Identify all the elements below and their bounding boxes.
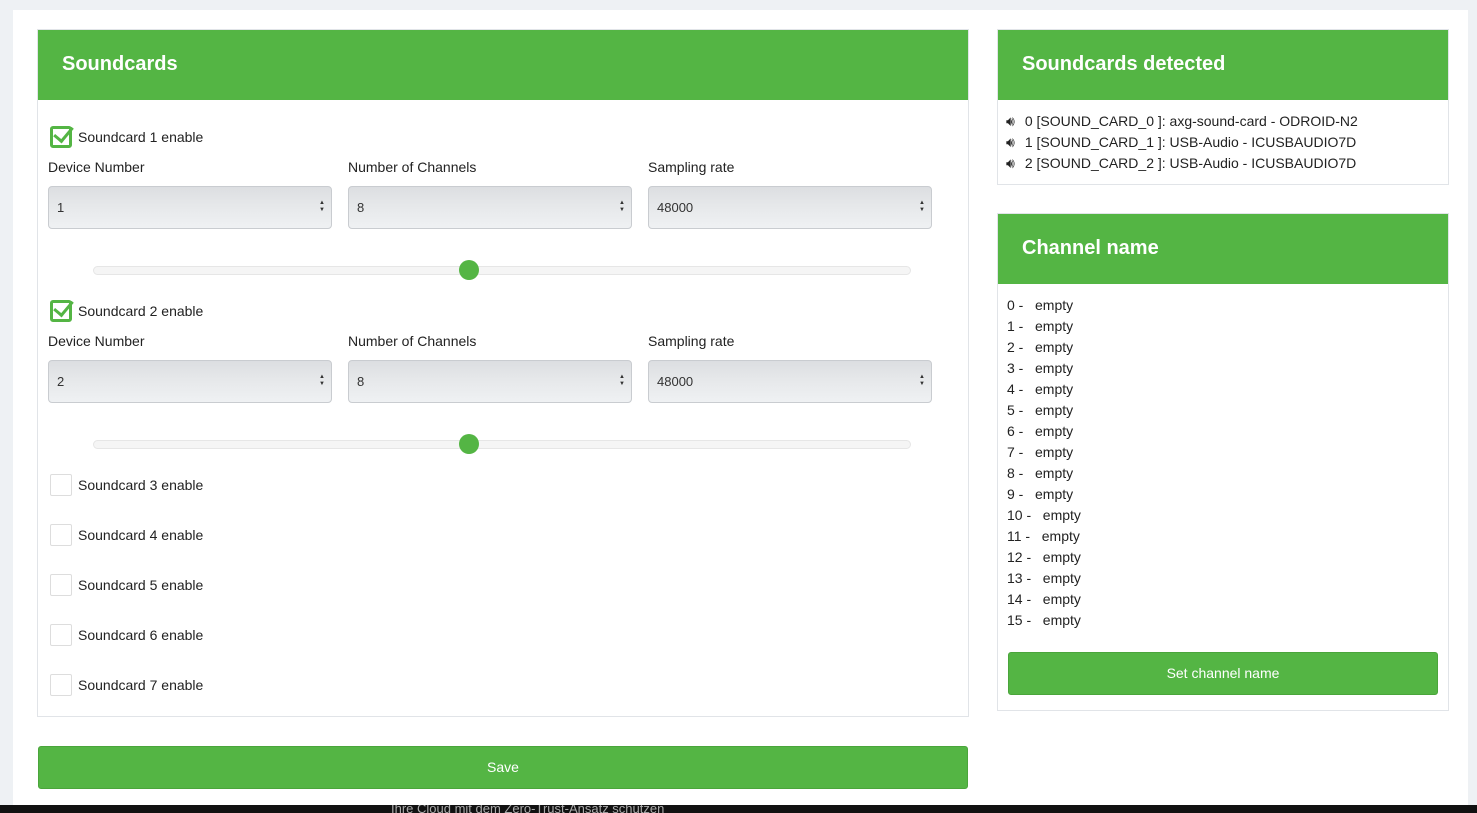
set-channel-name-button[interactable]: Set channel name [1008, 652, 1438, 695]
detected-soundcard-item: 🔊︎ 1 [SOUND_CARD_1 ]: USB-Audio - ICUSBAU… [1006, 134, 1357, 150]
soundcard-6-enable-checkbox[interactable]: Soundcard 6 enable [50, 624, 203, 646]
channel-name-item[interactable]: 5 - empty [1007, 402, 1073, 418]
checkbox-label: Soundcard 1 enable [78, 129, 204, 145]
panel-title: Soundcards detected [998, 30, 1448, 100]
channel-name-item[interactable]: 6 - empty [1007, 423, 1073, 439]
sampling-rate-label: Sampling rate [648, 333, 735, 349]
soundcard-slider[interactable] [93, 260, 911, 280]
checkbox-icon[interactable] [50, 300, 72, 322]
channel-name-item[interactable]: 4 - empty [1007, 381, 1073, 397]
slider-handle[interactable] [459, 434, 480, 454]
channel-name-item[interactable]: 13 - empty [1007, 570, 1081, 586]
checkbox-icon[interactable] [50, 126, 72, 148]
taskbar: Ihre Cloud mit dem Zero-Trust-Ansatz sch… [0, 805, 1477, 813]
device-number-select[interactable]: 2 [48, 360, 332, 403]
channels-label: Number of Channels [348, 159, 477, 175]
detected-panel: Soundcards detected 🔊︎ 0 [SOUND_CARD_0 ]:… [997, 29, 1449, 185]
checkbox-label: Soundcard 6 enable [78, 627, 204, 643]
soundcard-4-enable-checkbox[interactable]: Soundcard 4 enable [50, 524, 203, 546]
channel-name-item[interactable]: 8 - empty [1007, 465, 1073, 481]
detected-soundcard-item: 🔊︎ 0 [SOUND_CARD_0 ]: axg-sound-card - OD… [1006, 113, 1358, 129]
sampling-rate-select[interactable]: 48000 [648, 360, 932, 403]
soundcards-panel: Soundcards Soundcard 1 enable Device Numb… [37, 29, 969, 717]
channel-name-item[interactable]: 2 - empty [1007, 339, 1073, 355]
soundcard-1-enable-checkbox[interactable]: Soundcard 1 enable [50, 126, 203, 148]
checkbox-icon[interactable] [50, 524, 72, 546]
checkbox-icon[interactable] [50, 474, 72, 496]
device-number-label: Device Number [48, 333, 145, 349]
detected-soundcard-item: 🔊︎ 2 [SOUND_CARD_2 ]: USB-Audio - ICUSBAU… [1006, 155, 1357, 171]
soundcard-2-enable-checkbox[interactable]: Soundcard 2 enable [50, 300, 203, 322]
checkbox-label: Soundcard 5 enable [78, 577, 204, 593]
soundcard-slider[interactable] [93, 434, 911, 454]
panel-title: Soundcards [38, 30, 968, 100]
channel-name-panel: Channel name 0 - empty 1 - empty 2 - empty… [997, 213, 1449, 711]
speaker-icon: 🔊︎ [1006, 113, 1015, 129]
channel-name-item[interactable]: 7 - empty [1007, 444, 1073, 460]
speaker-icon: 🔊︎ [1006, 155, 1015, 171]
checkbox-icon[interactable] [50, 624, 72, 646]
channels-select[interactable]: 8 [348, 186, 632, 229]
device-number-label: Device Number [48, 159, 145, 175]
taskbar-text: Ihre Cloud mit dem Zero-Trust-Ansatz sch… [391, 805, 665, 813]
speaker-icon: 🔊︎ [1006, 134, 1015, 150]
channel-name-item[interactable]: 15 - empty [1007, 612, 1081, 628]
channel-name-item[interactable]: 3 - empty [1007, 360, 1073, 376]
slider-handle[interactable] [459, 260, 480, 280]
channel-name-item[interactable]: 11 - empty [1007, 528, 1080, 544]
checkbox-icon[interactable] [50, 574, 72, 596]
sampling-rate-label: Sampling rate [648, 159, 735, 175]
channel-name-item[interactable]: 12 - empty [1007, 549, 1081, 565]
device-number-select[interactable]: 1 [48, 186, 332, 229]
channel-name-item[interactable]: 1 - empty [1007, 318, 1073, 334]
soundcard-5-enable-checkbox[interactable]: Soundcard 5 enable [50, 574, 203, 596]
panel-title: Channel name [998, 214, 1448, 284]
channels-select[interactable]: 8 [348, 360, 632, 403]
checkbox-label: Soundcard 2 enable [78, 303, 204, 319]
checkbox-icon[interactable] [50, 674, 72, 696]
sampling-rate-select[interactable]: 48000 [648, 186, 932, 229]
checkbox-label: Soundcard 3 enable [78, 477, 204, 493]
checkbox-label: Soundcard 7 enable [78, 677, 204, 693]
channel-name-item[interactable]: 0 - empty [1007, 297, 1073, 313]
save-button[interactable]: Save [38, 746, 968, 789]
channel-name-item[interactable]: 14 - empty [1007, 591, 1081, 607]
soundcard-7-enable-checkbox[interactable]: Soundcard 7 enable [50, 674, 203, 696]
channel-name-item[interactable]: 9 - empty [1007, 486, 1073, 502]
channels-label: Number of Channels [348, 333, 477, 349]
checkbox-label: Soundcard 4 enable [78, 527, 204, 543]
soundcard-3-enable-checkbox[interactable]: Soundcard 3 enable [50, 474, 203, 496]
channel-name-item[interactable]: 10 - empty [1007, 507, 1081, 523]
